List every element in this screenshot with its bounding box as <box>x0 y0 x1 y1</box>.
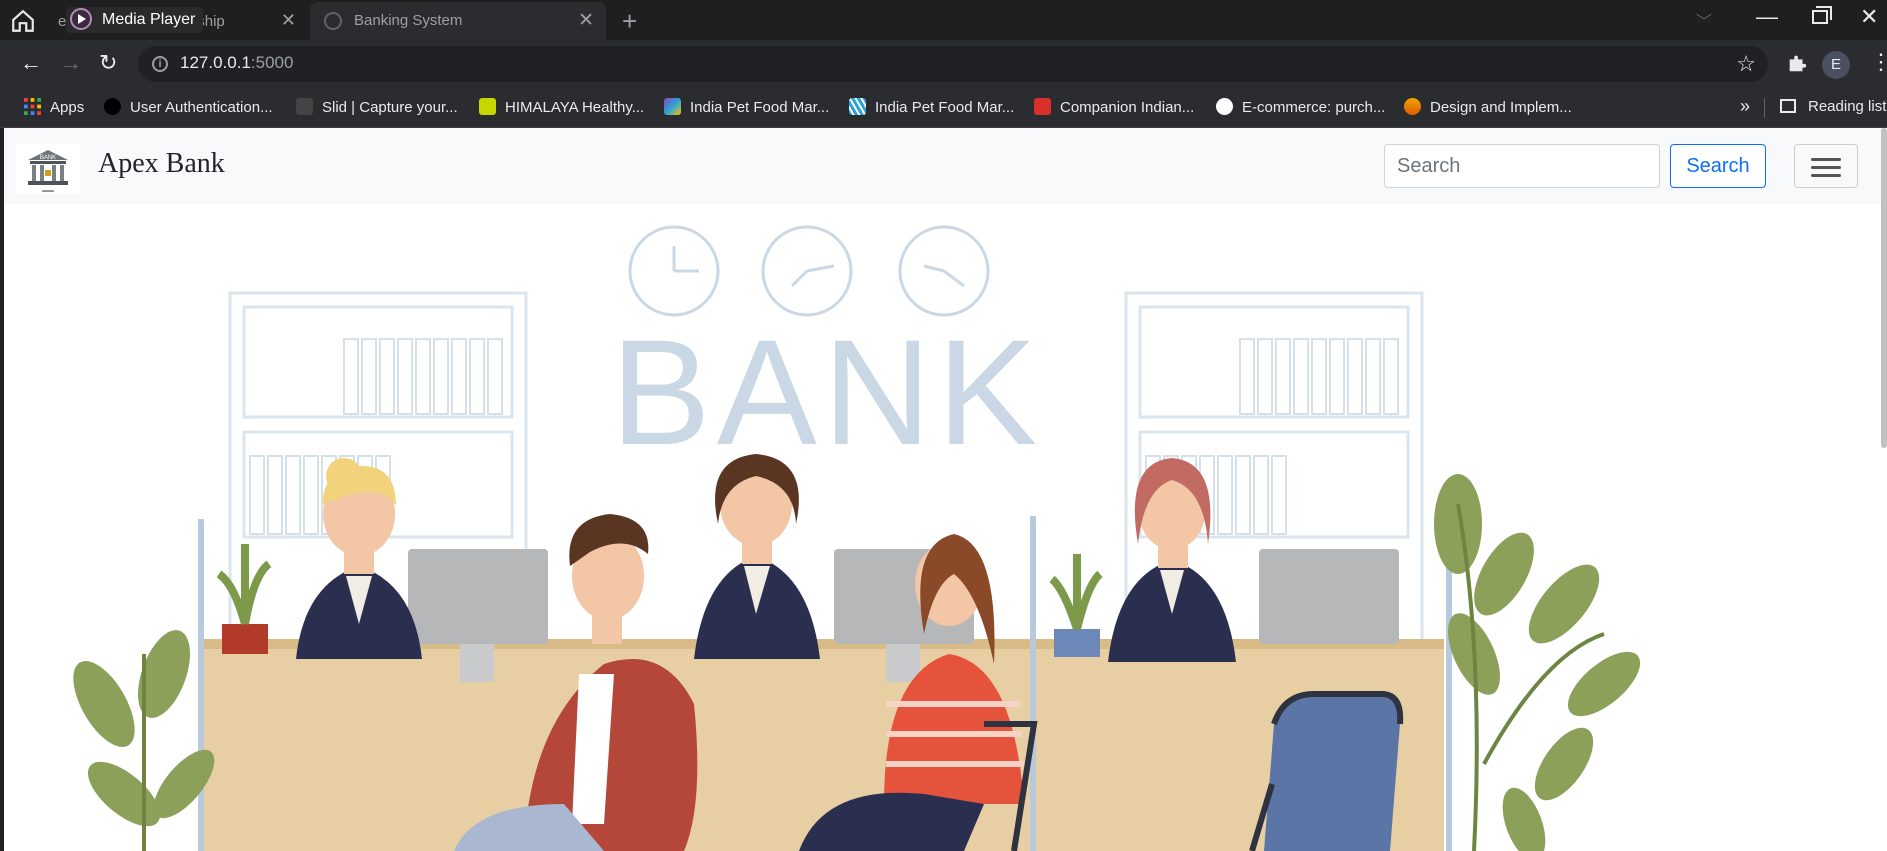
bookmarks-bar: Apps User Authentication... Slid | Captu… <box>0 88 1887 128</box>
restore-icon[interactable] <box>1812 6 1832 24</box>
bookmark-ecommerce[interactable]: E-commerce: purch... <box>1216 98 1385 116</box>
bookmark-user-authentication[interactable]: User Authentication... <box>104 98 273 116</box>
new-tab-button[interactable]: + <box>622 6 637 37</box>
navbar-toggler-menu-icon[interactable] <box>1794 144 1858 188</box>
bank-sign-text: BANK <box>611 308 1043 476</box>
bookmark-label: Companion Indian... <box>1060 99 1195 116</box>
reading-list-button[interactable]: Reading list <box>1780 98 1886 115</box>
slid-icon <box>296 98 313 115</box>
reload-icon[interactable]: ↻ <box>99 50 117 76</box>
close-window-icon[interactable]: ✕ <box>1860 4 1878 30</box>
toggler-bar <box>1811 166 1841 169</box>
bookmark-label: HIMALAYA Healthy... <box>505 99 645 116</box>
address-bar[interactable]: i 127.0.0.1:5000 ☆ <box>138 46 1768 82</box>
url-host: 127.0.0.1 <box>180 53 251 72</box>
bookmarks-divider <box>1764 98 1765 118</box>
brand-name[interactable]: Apex Bank <box>98 148 225 180</box>
bookmark-slid[interactable]: Slid | Capture your... <box>296 98 458 116</box>
bookmark-label: User Authentication... <box>130 99 273 116</box>
medium-icon <box>104 98 121 115</box>
search-button[interactable]: Search <box>1670 144 1766 188</box>
reading-list-icon <box>1780 99 1796 113</box>
bookmark-himalaya[interactable]: HIMALAYA Healthy... <box>479 98 644 116</box>
browser-tab-strip: e...Tera.. SCP_internship ✕ Media Player… <box>0 0 1887 40</box>
play-icon <box>70 8 92 30</box>
home-icon[interactable] <box>10 8 36 34</box>
site-info-icon[interactable]: i <box>152 56 168 72</box>
bookmark-design-implementation[interactable]: Design and Implem... <box>1404 98 1572 116</box>
toggler-bar <box>1811 158 1841 161</box>
site-navbar: BANK Apex Bank Search <box>4 128 1887 204</box>
bank-hero-illustration: BANK <box>4 204 1887 851</box>
minimize-icon[interactable]: — <box>1756 4 1778 30</box>
extensions-puzzle-icon[interactable] <box>1786 52 1808 74</box>
chair <box>1249 691 1404 851</box>
bookmark-india-pet-food-1[interactable]: India Pet Food Mar... <box>664 98 829 116</box>
computer-monitor <box>1259 549 1399 644</box>
pet-food-icon <box>664 98 681 115</box>
bookmark-india-pet-food-2[interactable]: India Pet Food Mar... <box>849 98 1014 116</box>
media-player-button[interactable]: Media Player <box>66 7 204 33</box>
browser-toolbar: ← → ↻ i 127.0.0.1:5000 ☆ E ⋮ <box>0 40 1887 88</box>
fm-icon <box>1034 98 1051 115</box>
toggler-bar <box>1811 174 1841 177</box>
close-tab-icon[interactable]: ✕ <box>281 10 296 31</box>
triangle-logo-icon <box>1404 98 1421 115</box>
logo-text: BANK <box>40 155 56 161</box>
pet-food-icon <box>849 98 866 115</box>
tab-search-chevron-icon[interactable]: ﹀ <box>1696 8 1712 32</box>
bookmark-label: India Pet Food Mar... <box>690 99 830 116</box>
bookmark-apps[interactable]: Apps <box>24 98 84 116</box>
url-port: :5000 <box>250 53 294 72</box>
bookmark-star-icon[interactable]: ☆ <box>1736 51 1756 77</box>
globe-icon <box>324 12 342 30</box>
vuetify-icon <box>1216 98 1233 115</box>
url-text[interactable]: 127.0.0.1:5000 <box>180 53 293 73</box>
tab-banking-system[interactable]: Banking System ✕ <box>310 2 606 40</box>
more-bookmarks-icon[interactable]: » <box>1740 96 1750 117</box>
search-input[interactable] <box>1384 144 1660 188</box>
reading-list-label: Reading list <box>1808 98 1887 115</box>
web-page: BANK Apex Bank Search Search BANK <box>4 128 1887 851</box>
profile-avatar[interactable]: E <box>1822 51 1850 79</box>
close-tab-icon[interactable]: ✕ <box>578 9 594 32</box>
bookmark-label: Design and Implem... <box>1430 99 1572 116</box>
bookmark-label: E-commerce: purch... <box>1242 99 1386 116</box>
bank-logo[interactable]: BANK <box>16 144 80 194</box>
bookmark-companion-indian[interactable]: Companion Indian... <box>1034 98 1194 116</box>
media-player-label: Media Player <box>102 11 196 28</box>
back-arrow-icon[interactable]: ← <box>20 50 42 76</box>
bookmark-label: India Pet Food Mar... <box>875 99 1015 116</box>
tab-title: Banking System <box>354 12 463 29</box>
page-scrollbar[interactable] <box>1881 128 1887 448</box>
bookmark-label: Slid | Capture your... <box>322 99 458 116</box>
forward-arrow-icon[interactable]: → <box>60 50 82 76</box>
bookmark-label: Apps <box>50 99 85 116</box>
apps-grid-icon <box>24 98 41 115</box>
browser-menu-icon[interactable]: ⋮ <box>1870 49 1887 75</box>
himalaya-icon <box>479 98 496 115</box>
